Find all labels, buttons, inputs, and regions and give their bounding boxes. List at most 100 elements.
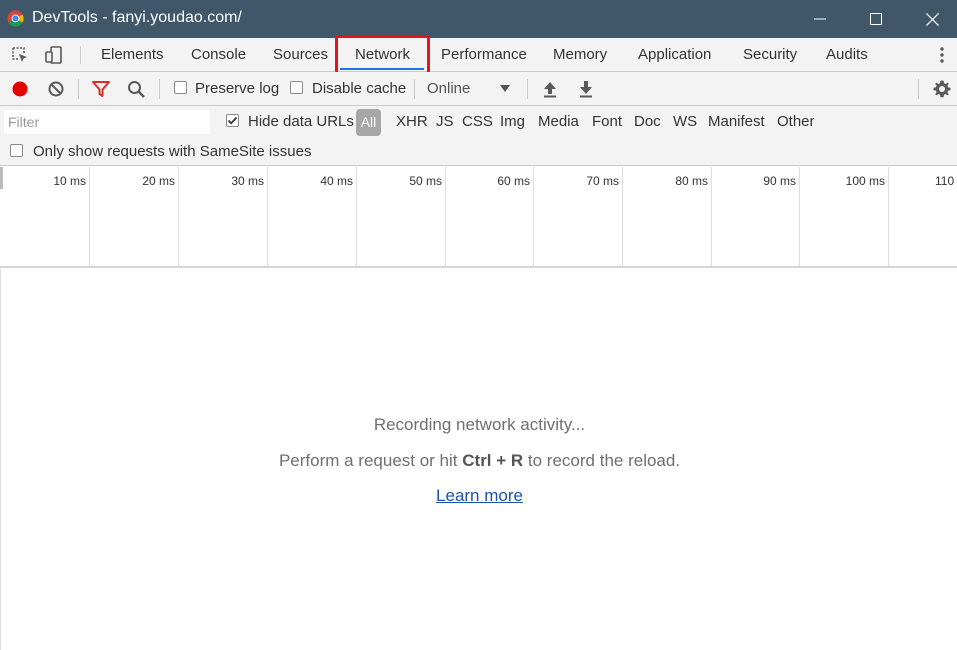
toolbar-divider [918, 79, 919, 99]
tab-performance[interactable]: Performance [441, 38, 527, 71]
tick-label: 70 ms [586, 174, 619, 188]
throttling-select[interactable]: Online [427, 80, 470, 97]
funnel-icon [92, 81, 110, 97]
type-filter-doc[interactable]: Doc [634, 113, 661, 130]
tab-application[interactable]: Application [638, 38, 711, 71]
tab-audits[interactable]: Audits [826, 38, 868, 71]
filter-toggle-button[interactable] [90, 78, 112, 100]
toolbar-divider [159, 79, 160, 99]
dropdown-arrow-icon[interactable] [500, 85, 510, 92]
samesite-checkbox[interactable] [10, 144, 23, 157]
type-filter-other[interactable]: Other [777, 113, 815, 130]
tab-security[interactable]: Security [743, 38, 797, 71]
gear-icon [933, 80, 951, 98]
tab-network[interactable]: Network [355, 38, 410, 71]
reload-hint-suffix: to record the reload. [523, 451, 681, 470]
timeline-tick: 30 ms [179, 167, 268, 266]
timeline-tick: 90 ms [712, 167, 800, 266]
tick-label: 10 ms [53, 174, 86, 188]
tick-label: 60 ms [497, 174, 530, 188]
tick-label: 90 ms [763, 174, 796, 188]
type-filter-img[interactable]: Img [500, 113, 525, 130]
inspect-icon [12, 47, 27, 62]
learn-more-container: Learn more [1, 486, 957, 506]
reload-shortcut: Ctrl + R [462, 451, 524, 470]
download-icon [580, 81, 592, 98]
tick-label: 110 [935, 174, 955, 188]
maximize-button[interactable] [853, 0, 899, 38]
search-icon [127, 80, 145, 98]
title-bar: DevTools - fanyi.youdao.com/ [0, 0, 957, 38]
toolbar-divider [414, 79, 415, 99]
type-filter-font[interactable]: Font [592, 113, 622, 130]
close-icon [925, 12, 939, 26]
device-toolbar-button[interactable] [43, 44, 65, 66]
hide-data-urls-label[interactable]: Hide data URLs [248, 113, 354, 130]
maximize-icon [870, 13, 882, 25]
chrome-logo-icon [7, 10, 24, 27]
minimize-button[interactable] [797, 0, 843, 38]
tick-label: 80 ms [675, 174, 708, 188]
close-button[interactable] [909, 0, 955, 38]
timeline-tick: 70 ms [534, 167, 623, 266]
record-icon [12, 81, 28, 97]
import-har-button[interactable] [539, 78, 561, 100]
learn-more-link[interactable]: Learn more [436, 486, 523, 505]
upload-icon [544, 82, 556, 98]
timeline-tick: 100 ms [800, 167, 889, 266]
disable-cache-checkbox[interactable] [290, 81, 303, 94]
network-toolbar: Preserve log Disable cache Online [0, 72, 957, 106]
type-filter-js[interactable]: JS [436, 113, 454, 130]
export-har-button[interactable] [575, 78, 597, 100]
type-filter-xhr[interactable]: XHR [396, 113, 428, 130]
search-button[interactable] [125, 78, 147, 100]
tick-label: 40 ms [320, 174, 353, 188]
requests-empty-state: Recording network activity... Perform a … [0, 269, 957, 650]
checkmark-icon [227, 116, 238, 125]
active-tab-indicator [340, 68, 424, 70]
tick-label: 30 ms [231, 174, 264, 188]
hide-data-urls-checkbox[interactable] [226, 114, 239, 127]
filter-bar: Hide data URLs All XHR JS CSS Img Media … [0, 106, 957, 166]
device-mode-icon [45, 46, 62, 64]
inspect-element-button[interactable] [9, 44, 31, 66]
network-settings-button[interactable] [931, 78, 953, 100]
tab-sources[interactable]: Sources [273, 38, 328, 71]
timeline-tick: 20 ms [90, 167, 179, 266]
timeline-tick: 80 ms [623, 167, 712, 266]
timeline-tick: 10 ms [0, 167, 90, 266]
clear-button[interactable] [45, 78, 67, 100]
timeline-tick: 50 ms [357, 167, 446, 266]
type-filter-all[interactable]: All [356, 109, 381, 136]
disable-cache-label[interactable]: Disable cache [312, 80, 406, 97]
clear-icon [48, 81, 64, 97]
type-filter-css[interactable]: CSS [462, 113, 493, 130]
tab-elements[interactable]: Elements [101, 38, 164, 71]
panel-tab-bar: Elements Console Sources Network Perform… [0, 38, 957, 72]
type-filter-ws[interactable]: WS [673, 113, 697, 130]
preserve-log-label[interactable]: Preserve log [195, 80, 279, 97]
minimize-icon [814, 18, 826, 20]
toolbar-divider [78, 79, 79, 99]
reload-hint-prefix: Perform a request or hit [278, 451, 463, 470]
more-options-icon[interactable] [935, 46, 949, 64]
reload-hint: Perform a request or hit Ctrl + R to rec… [1, 451, 957, 471]
tab-memory[interactable]: Memory [553, 38, 607, 71]
type-filter-media[interactable]: Media [538, 113, 579, 130]
tick-label: 50 ms [409, 174, 442, 188]
record-button[interactable] [9, 78, 31, 100]
timeline-tick: 40 ms [268, 167, 357, 266]
tab-console[interactable]: Console [191, 38, 246, 71]
filter-input[interactable] [4, 110, 210, 134]
toolbar-divider [527, 79, 528, 99]
timeline-tick: 110 [889, 167, 957, 266]
recording-message: Recording network activity... [373, 415, 586, 434]
window-title: DevTools - fanyi.youdao.com/ [32, 9, 242, 26]
preserve-log-checkbox[interactable] [174, 81, 187, 94]
type-filter-manifest[interactable]: Manifest [708, 113, 765, 130]
timeline-overview[interactable]: 10 ms 20 ms 30 ms 40 ms 50 ms 60 ms 70 m… [0, 167, 957, 268]
tick-label: 20 ms [142, 174, 175, 188]
tab-bar-divider [80, 46, 81, 64]
samesite-label[interactable]: Only show requests with SameSite issues [33, 143, 311, 160]
timeline-tick: 60 ms [446, 167, 534, 266]
